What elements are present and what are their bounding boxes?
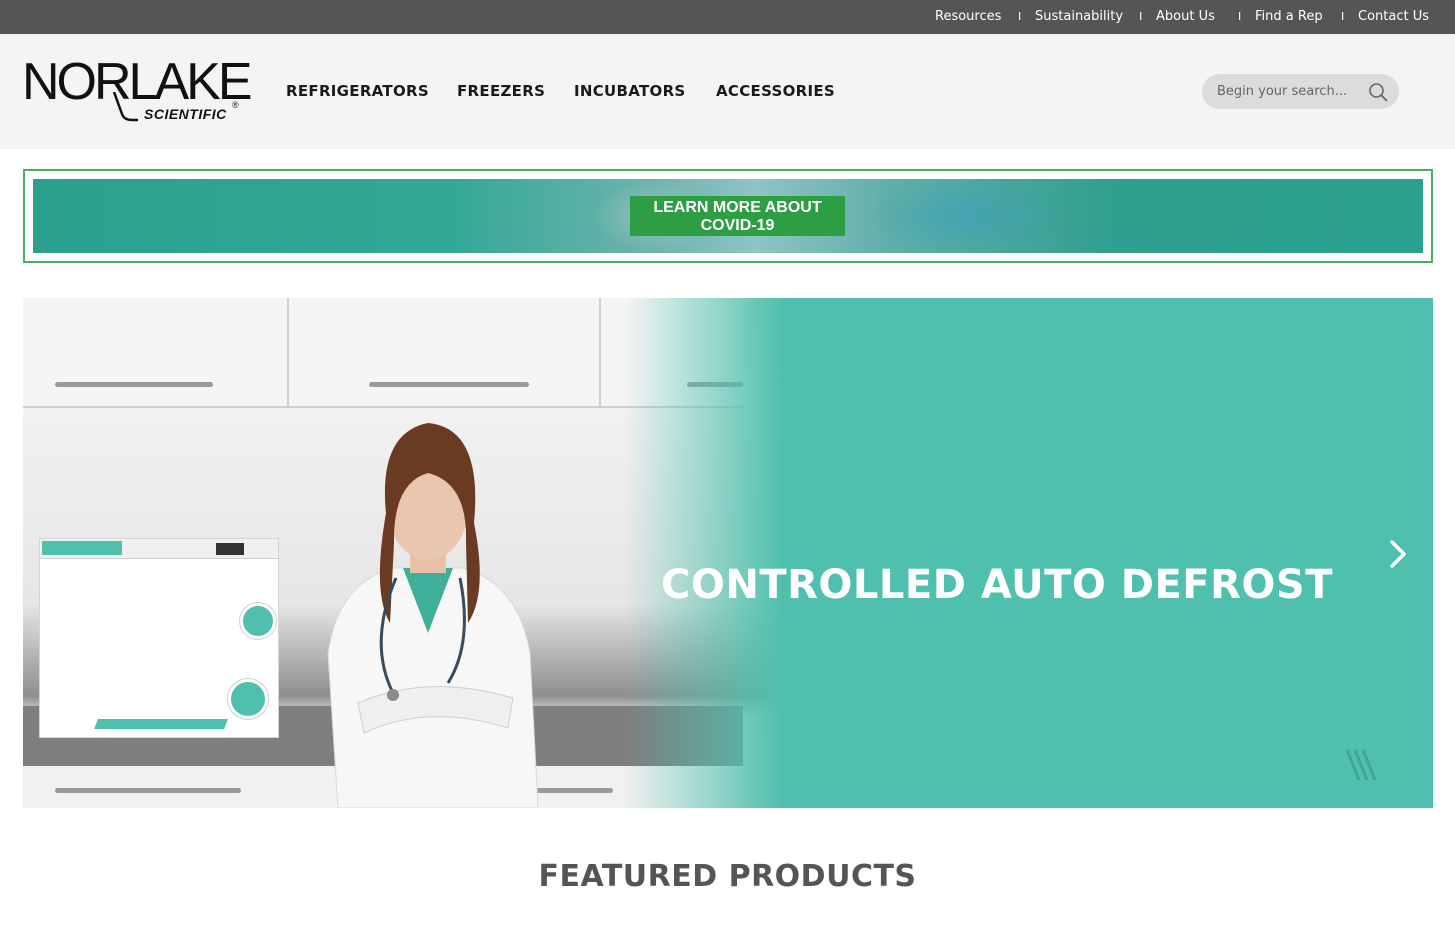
cabinet-handle [369,382,529,387]
topbar-link-contact-us[interactable]: Contact Us [1358,9,1429,24]
hero-gradient-fade [623,298,783,808]
brand-logo[interactable]: NORLAKE SCIENTIFIC ® [22,56,253,126]
site-header: NORLAKE SCIENTIFIC ® REFRIGERATORS FREEZ… [0,34,1455,149]
topbar-link-about-us[interactable]: About Us [1156,9,1215,24]
topbar-link-sustainability[interactable]: Sustainability [1035,9,1123,24]
logo-swoosh-icon [112,92,138,122]
hero-title: CONTROLLED AUTO DEFROST [661,562,1334,608]
topbar-link-find-a-rep[interactable]: Find a Rep [1255,9,1323,24]
fridge-badge [240,603,276,639]
covid-button-line1: LEARN MORE ABOUT [653,199,822,216]
topbar-separator: I [1341,10,1345,23]
topbar-separator: I [1238,10,1242,23]
logo-tagline: SCIENTIFIC [144,106,227,122]
fridge-display [216,543,244,555]
fridge-control-panel [40,539,278,559]
cabinet-divider [599,298,601,408]
nav-item-accessories[interactable]: ACCESSORIES [716,82,835,100]
hero-slider: CONTROLLED AUTO DEFROST [23,298,1433,808]
featured-products-heading: FEATURED PRODUCTS [538,859,917,894]
fridge-eco-badge [228,679,268,719]
covid-banner[interactable]: LEARN MORE ABOUT COVID-19 [23,169,1433,263]
chevron-right-icon[interactable] [1383,536,1413,572]
undercounter-refrigerator [39,538,279,738]
logo-registered-mark: ® [232,100,239,110]
nav-item-freezers[interactable]: FREEZERS [457,82,545,100]
topbar-separator: I [1018,10,1022,23]
brand-watermark-icon [1345,749,1377,781]
learn-more-covid-button[interactable]: LEARN MORE ABOUT COVID-19 [630,196,845,236]
topbar-separator: I [1139,10,1143,23]
covid-banner-image: LEARN MORE ABOUT COVID-19 [33,179,1423,253]
banner-photo-glove [863,179,1063,253]
fridge-base-stripe [94,719,228,729]
nav-item-refrigerators[interactable]: REFRIGERATORS [286,82,429,100]
cabinet-handle [55,788,241,793]
utility-bar: Resources I Sustainability I About Us I … [0,0,1455,34]
search-input[interactable] [1217,74,1362,109]
cabinet-handle [55,382,213,387]
cabinet-divider [287,298,289,408]
search-box [1202,74,1399,109]
nav-item-incubators[interactable]: INCUBATORS [574,82,686,100]
covid-button-line2: COVID-19 [700,217,775,234]
topbar-link-resources[interactable]: Resources [935,9,1001,24]
search-icon[interactable] [1368,82,1388,102]
doctor-figure [327,423,539,808]
fridge-accent-stripe [42,541,122,555]
